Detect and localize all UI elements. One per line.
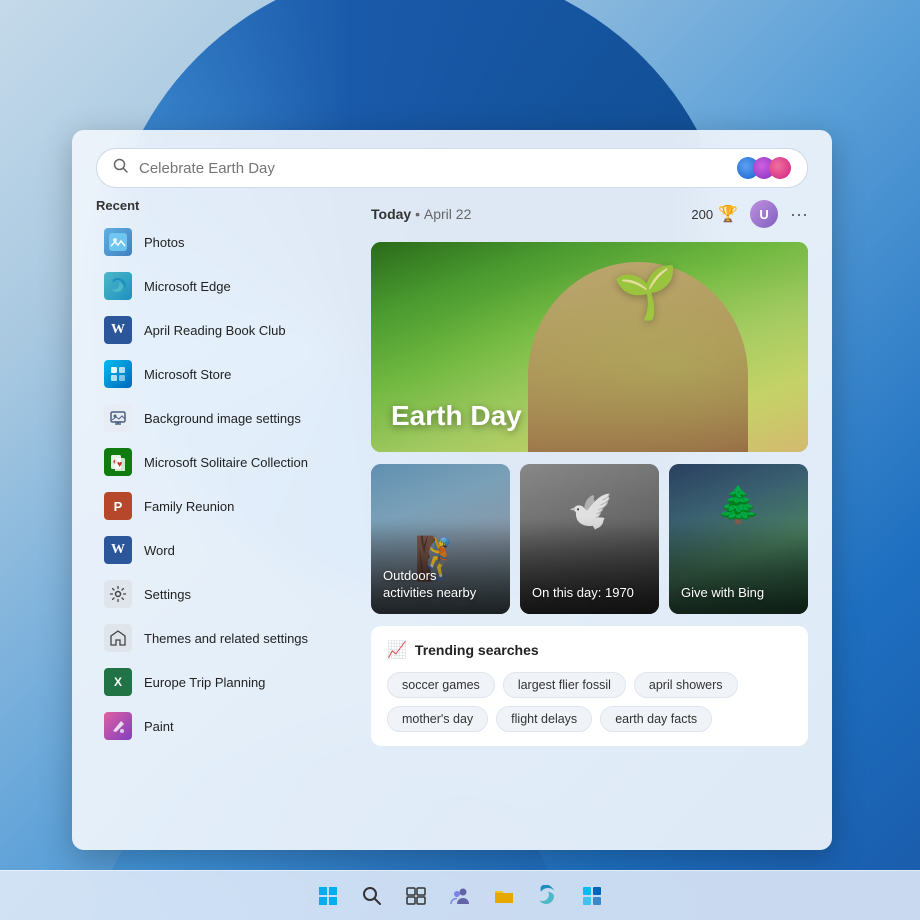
solitaire-icon: ♠ ♥ [104, 448, 132, 476]
paint-label: Paint [144, 719, 174, 734]
today-header: Today • April 22 200 🏆 U ··· [371, 198, 808, 230]
april-book-label: April Reading Book Club [144, 323, 286, 338]
recent-section-title: Recent [96, 198, 351, 213]
today-controls: 200 🏆 U ··· [691, 200, 808, 228]
recent-item-april-book[interactable]: W April Reading Book Club [96, 309, 351, 351]
solitaire-label: Microsoft Solitaire Collection [144, 455, 308, 470]
svg-text:♥: ♥ [117, 459, 122, 469]
points-value: 200 [691, 207, 713, 222]
taskbar-search-button[interactable] [352, 876, 392, 916]
recent-list: Photos Microsoft Edge W April [96, 221, 351, 747]
edge-label: Microsoft Edge [144, 279, 231, 294]
word-book-icon: W [104, 316, 132, 344]
card-1970-label: On this day: 1970 [532, 585, 634, 602]
recent-item-themes[interactable]: Themes and related settings [96, 617, 351, 659]
start-menu: Recent Photos [72, 130, 832, 850]
word-label: Word [144, 543, 175, 558]
taskbar [0, 870, 920, 920]
settings-icon [104, 580, 132, 608]
card-bing-label: Give with Bing [681, 585, 764, 602]
chip-mothers-day[interactable]: mother's day [387, 706, 488, 732]
hero-title: Earth Day [391, 400, 522, 432]
store-icon [104, 360, 132, 388]
hero-card[interactable]: 🌱 Earth Day [371, 242, 808, 452]
card-bing[interactable]: 🌲 Give with Bing [669, 464, 808, 614]
trending-title: Trending searches [415, 642, 539, 658]
card-outdoors[interactable]: 🧗 Outdoorsactivities nearby [371, 464, 510, 614]
main-content: Recent Photos [72, 198, 832, 850]
today-label: Today [371, 206, 411, 222]
ppt-icon: P [104, 492, 132, 520]
taskbar-explorer-button[interactable] [484, 876, 524, 916]
cards-row: 🧗 Outdoorsactivities nearby 🕊️ On this d… [371, 464, 808, 614]
recent-item-bg-settings[interactable]: Background image settings [96, 397, 351, 439]
chip-earth-day-facts[interactable]: earth day facts [600, 706, 712, 732]
chip-largest-flier[interactable]: largest flier fossil [503, 672, 626, 698]
word-icon: W [104, 536, 132, 564]
taskbar-windows-button[interactable] [308, 876, 348, 916]
chip-april-showers[interactable]: april showers [634, 672, 738, 698]
recent-item-solitaire[interactable]: ♠ ♥ Microsoft Solitaire Collection [96, 441, 351, 483]
more-button[interactable]: ··· [790, 205, 808, 223]
edge-icon [104, 272, 132, 300]
recent-item-family-reunion[interactable]: P Family Reunion [96, 485, 351, 527]
trophy-icon: 🏆 [718, 204, 738, 224]
card-1970[interactable]: 🕊️ On this day: 1970 [520, 464, 659, 614]
user-avatar[interactable]: U [750, 200, 778, 228]
today-dot: • [415, 206, 420, 222]
europe-trip-label: Europe Trip Planning [144, 675, 265, 690]
search-input[interactable] [139, 160, 727, 177]
taskbar-store-button[interactable] [572, 876, 612, 916]
store-label: Microsoft Store [144, 367, 231, 382]
recent-item-settings[interactable]: Settings [96, 573, 351, 615]
recent-item-store[interactable]: Microsoft Store [96, 353, 351, 395]
chip-flight-delays[interactable]: flight delays [496, 706, 592, 732]
taskbar-taskview-button[interactable] [396, 876, 436, 916]
recent-item-europe-trip[interactable]: X Europe Trip Planning [96, 661, 351, 703]
recent-item-photos[interactable]: Photos [96, 221, 351, 263]
family-reunion-label: Family Reunion [144, 499, 234, 514]
bg-settings-label: Background image settings [144, 411, 301, 426]
themes-icon [104, 624, 132, 652]
paint-icon [104, 712, 132, 740]
taskbar-edge-button[interactable] [528, 876, 568, 916]
today-date-value: April 22 [424, 206, 471, 222]
settings-label: Settings [144, 587, 191, 602]
bg-settings-icon [104, 404, 132, 432]
taskbar-teams-button[interactable] [440, 876, 480, 916]
trending-icon: 📈 [387, 640, 407, 660]
today-date: Today • April 22 [371, 206, 471, 222]
chip-soccer-games[interactable]: soccer games [387, 672, 495, 698]
bing-search-badge [737, 157, 791, 179]
trending-header: 📈 Trending searches [387, 640, 792, 660]
excel-icon: X [104, 668, 132, 696]
themes-label: Themes and related settings [144, 631, 308, 646]
search-icon [113, 158, 129, 179]
recent-item-word[interactable]: W Word [96, 529, 351, 571]
card-outdoors-label: Outdoorsactivities nearby [383, 568, 476, 602]
badge-pink-circle [769, 157, 791, 179]
points-badge: 200 🏆 [691, 204, 738, 224]
trending-chips: soccer games largest flier fossil april … [387, 672, 792, 732]
search-bar[interactable] [96, 148, 808, 188]
recent-item-edge[interactable]: Microsoft Edge [96, 265, 351, 307]
photos-label: Photos [144, 235, 184, 250]
recent-item-paint[interactable]: Paint [96, 705, 351, 747]
trending-section: 📈 Trending searches soccer games largest… [371, 626, 808, 746]
left-panel: Recent Photos [96, 198, 351, 834]
right-panel: Today • April 22 200 🏆 U ··· [371, 198, 808, 834]
photos-icon [104, 228, 132, 256]
